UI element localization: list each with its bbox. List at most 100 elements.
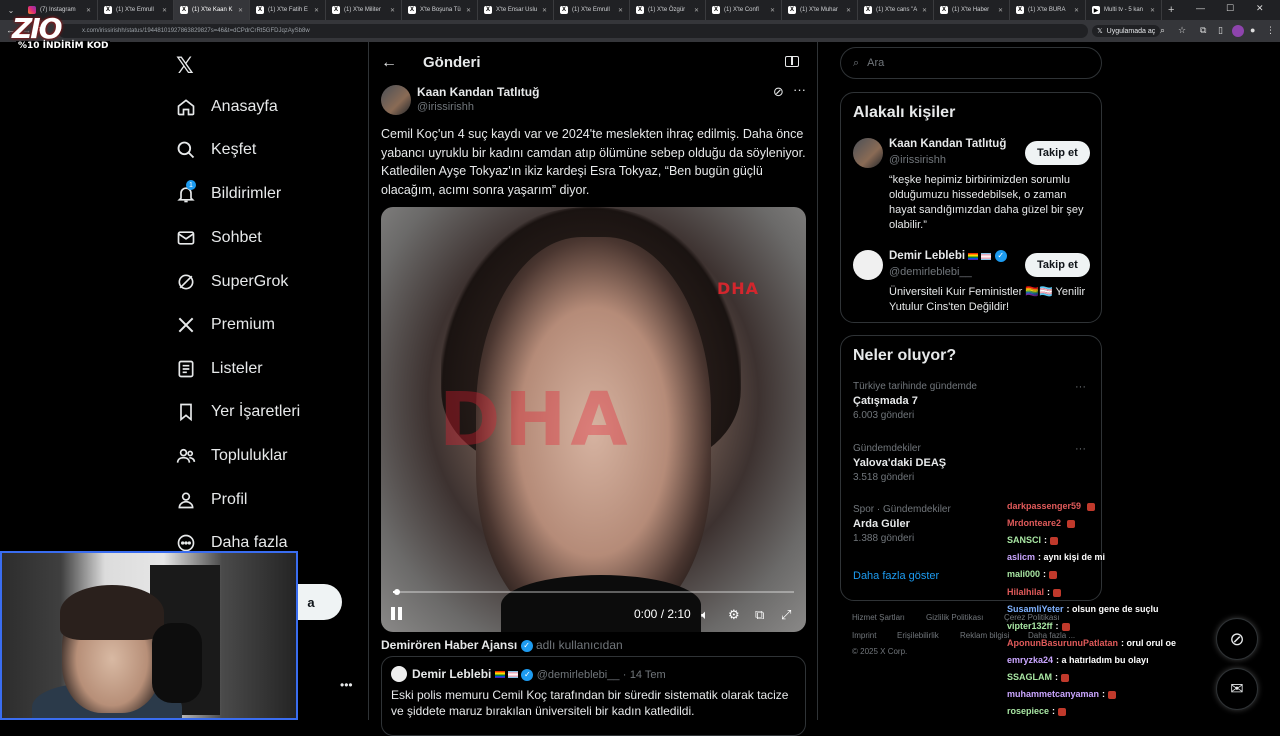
star-icon[interactable]: ☆	[1178, 25, 1186, 36]
settings-gear-icon[interactable]: ⚙	[728, 607, 740, 623]
browser-tab[interactable]: X X'te Ensar Uslu ✕	[478, 0, 554, 20]
minimize-icon[interactable]: —	[1196, 3, 1205, 13]
extensions-icon[interactable]: ⧉	[1200, 25, 1206, 36]
chat-text: : aynı kişi de mi	[1038, 552, 1106, 562]
nav-item-1[interactable]: Anasayfa	[176, 97, 278, 117]
trans-flag-icon	[981, 252, 992, 260]
back-arrow-icon[interactable]: ←	[381, 54, 397, 72]
nav-item-11[interactable]: Daha fazla	[176, 533, 288, 553]
browser-tab[interactable]: X (1) X'te Haber ✕	[934, 0, 1010, 20]
nav-item-6[interactable]: Premium	[176, 315, 275, 335]
browser-tab[interactable]: X (1) X'te Kaan K ✕	[174, 0, 250, 20]
related-person-avatar[interactable]	[853, 250, 883, 280]
picture-in-picture-icon[interactable]: ⧉	[755, 607, 764, 623]
nav-item-5[interactable]: SuperGrok	[176, 272, 288, 292]
footer-link[interactable]: Erişilebilirlik	[897, 631, 939, 640]
fullscreen-icon[interactable]: ⤢	[781, 607, 791, 623]
x-icon: X	[1016, 6, 1024, 14]
nav-item-4[interactable]: Sohbet	[176, 228, 262, 248]
new-tab-button[interactable]: +	[1168, 4, 1174, 16]
trend-item[interactable]: Türkiye tarihinde gündemde Çatışmada 7 6.0…	[853, 381, 1086, 421]
tab-close-icon[interactable]: ✕	[618, 7, 623, 14]
tab-close-icon[interactable]: ✕	[542, 7, 547, 14]
nav-item-7[interactable]: Listeler	[176, 359, 263, 379]
browser-tab[interactable]: X (1) X'te Emrull ✕	[98, 0, 174, 20]
grok-icon[interactable]: ⊘	[773, 84, 784, 100]
footer-link[interactable]: Hizmet Şartları	[852, 613, 905, 622]
video-player[interactable]: DHA DHA 0:00 / 2:10 🔈︎ ⚙ ⧉ ⤢	[381, 207, 806, 632]
video-progress-handle[interactable]	[394, 589, 400, 595]
grok-floating-button[interactable]: ⊘	[1216, 618, 1258, 660]
messages-floating-button[interactable]: ✉	[1216, 668, 1258, 710]
nav-item-9[interactable]: Topluluklar	[176, 446, 287, 466]
browser-profile-icon[interactable]: ●	[1250, 25, 1255, 35]
tab-close-icon[interactable]: ✕	[86, 7, 91, 14]
author-name[interactable]: Kaan Kandan Tatlıtuğ	[417, 85, 539, 99]
pause-icon[interactable]	[391, 607, 405, 621]
nav-item-8[interactable]: Yer İşaretleri	[176, 402, 300, 422]
tab-close-icon[interactable]: ✕	[1150, 7, 1155, 14]
browser-tab-label: (1) X'te Fatih E	[268, 7, 308, 13]
quote-author-avatar	[391, 666, 407, 682]
related-person-name[interactable]: Demir Leblebi ✓	[889, 250, 1007, 262]
browser-tab[interactable]: X (1) X'te Militer ✕	[326, 0, 402, 20]
search-input[interactable]: ⌕ Ara	[840, 47, 1102, 79]
reader-mode-icon[interactable]	[785, 56, 799, 67]
related-person-handle[interactable]: @demirleblebi__	[889, 266, 972, 278]
browser-menu-icon[interactable]: ⋮	[1266, 25, 1275, 36]
tab-close-icon[interactable]: ✕	[846, 7, 851, 14]
nav-item-2[interactable]: Keşfet	[176, 140, 256, 160]
tab-close-icon[interactable]: ✕	[466, 7, 471, 14]
sidebar-icon[interactable]: ▯	[1218, 25, 1223, 36]
tab-close-icon[interactable]: ✕	[922, 7, 927, 14]
tab-close-icon[interactable]: ✕	[162, 7, 167, 14]
browser-tab[interactable]: X X'te Boşuna Tü ✕	[402, 0, 478, 20]
volume-icon[interactable]: 🔈︎	[701, 607, 709, 623]
footer-link[interactable]: Imprint	[852, 631, 876, 640]
chat-username: rosepiece	[1007, 706, 1050, 716]
quoted-post[interactable]: Demir Leblebi ✓ @demirleblebi__ · 14 Tem…	[381, 656, 806, 736]
video-source-name[interactable]: Demirören Haber Ajansı	[381, 638, 517, 652]
profile-avatar-icon[interactable]	[1232, 25, 1244, 37]
footer-link[interactable]: Gizlilik Politikası	[926, 613, 983, 622]
tab-close-icon[interactable]: ✕	[694, 7, 699, 14]
author-handle[interactable]: @irissirishh	[417, 101, 474, 113]
tab-close-icon[interactable]: ✕	[314, 7, 319, 14]
related-person-avatar[interactable]	[853, 138, 883, 168]
video-progress-bar[interactable]	[393, 589, 794, 595]
more-options-icon[interactable]: ···	[793, 82, 806, 97]
chat-message: rosepiece:	[1007, 706, 1067, 716]
browser-tab[interactable]: X (1) X'te BURA ✕	[1010, 0, 1086, 20]
maximize-icon[interactable]: ☐	[1226, 3, 1234, 14]
browser-tab[interactable]: X (1) X'te cans "A ✕	[858, 0, 934, 20]
trend-more-icon[interactable]: ···	[1075, 443, 1086, 455]
nav-item-3[interactable]: 1 Bildirimler	[176, 180, 281, 204]
close-window-icon[interactable]: ✕	[1256, 3, 1264, 14]
browser-tab[interactable]: X (1) X'te Emrull ✕	[554, 0, 630, 20]
browser-tab[interactable]: X (1) X'te Confl ✕	[706, 0, 782, 20]
tab-close-icon[interactable]: ✕	[770, 7, 775, 14]
zoom-icon[interactable]: ⌕	[1160, 25, 1165, 36]
footer-link[interactable]: Reklam bilgisi	[960, 631, 1009, 640]
url-field[interactable]: x.com/irissirishh/status/194481019278638…	[58, 24, 1088, 38]
tab-close-icon[interactable]: ✕	[1074, 7, 1079, 14]
follow-button[interactable]: Takip et	[1025, 141, 1090, 165]
tab-close-icon[interactable]: ✕	[998, 7, 1003, 14]
trend-item[interactable]: Gündemdekiler Yalova'daki DEAŞ 3.518 gönde…	[853, 443, 1086, 483]
author-avatar[interactable]	[381, 85, 411, 115]
tab-close-icon[interactable]: ✕	[390, 7, 395, 14]
browser-tab[interactable]: ▶ Multi tv - 5 kan ✕	[1086, 0, 1162, 20]
trend-more-icon[interactable]: ···	[1075, 381, 1086, 393]
nav-item-10[interactable]: Profil	[176, 490, 247, 510]
account-more-icon[interactable]: •••	[340, 678, 353, 692]
related-person-name[interactable]: Kaan Kandan Tatlıtuğ	[889, 138, 1006, 150]
browser-tab[interactable]: X (1) X'te Muhar ✕	[782, 0, 858, 20]
tab-close-icon[interactable]: ✕	[238, 7, 243, 14]
follow-button[interactable]: Takip et	[1025, 253, 1090, 277]
browser-tab[interactable]: X (1) X'te Fatih E ✕	[250, 0, 326, 20]
x-logo-icon[interactable]: 𝕏	[176, 53, 194, 79]
show-more-link[interactable]: Daha fazla göster	[853, 570, 939, 582]
related-person-handle[interactable]: @irissirishh	[889, 154, 946, 166]
browser-tab[interactable]: X (1) X'te Özgür ✕	[630, 0, 706, 20]
open-in-app-chip[interactable]: 𝕏 Uygulamada aç	[1092, 25, 1161, 37]
